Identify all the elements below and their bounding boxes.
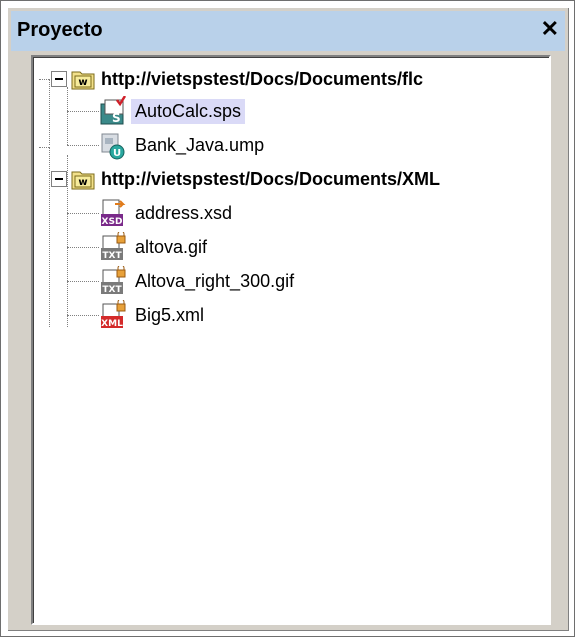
tree-file-row[interactable]: TXT altova.gif	[99, 230, 207, 264]
xsd-file-icon: XSD	[101, 199, 126, 227]
tree-file-row[interactable]: S AutoCalc.sps	[99, 94, 246, 128]
folder-label: http://vietspstest/Docs/Documents/flc	[101, 68, 424, 89]
svg-text:U: U	[113, 148, 121, 159]
xml-file-icon: XML	[101, 300, 126, 329]
panel-title: Proyecto	[17, 19, 103, 41]
tree-connector	[67, 247, 99, 248]
project-tree[interactable]: w http://vietspstest/Docs/Documents/flc …	[31, 55, 551, 625]
tree-connector	[49, 147, 50, 327]
tree-connector	[39, 147, 49, 148]
webdav-folder-icon: w	[71, 71, 95, 90]
project-panel: Proyecto ✕ w http://vietspstest/Docs/Doc…	[7, 7, 569, 631]
collapse-toggle-icon[interactable]	[51, 171, 67, 187]
tree-file-row[interactable]: U Bank_Java.ump	[99, 128, 264, 162]
svg-text:TXT: TXT	[102, 251, 122, 261]
svg-text:w: w	[78, 177, 87, 188]
svg-text:w: w	[78, 77, 87, 88]
project-window: Proyecto ✕ w http://vietspstest/Docs/Doc…	[0, 0, 575, 637]
file-label: Bank_Java.ump	[135, 134, 265, 155]
svg-text:XSD: XSD	[102, 217, 123, 227]
tree-connector	[39, 79, 49, 80]
file-label: altova.gif	[135, 236, 208, 257]
tree-connector	[67, 281, 99, 282]
file-label: address.xsd	[135, 202, 233, 223]
svg-text:S: S	[112, 111, 121, 125]
file-label: Altova_right_300.gif	[135, 270, 295, 291]
txt-file-icon: TXT	[101, 232, 126, 261]
tree-file-row[interactable]: XML Big5.xml	[99, 298, 204, 332]
tree-connector	[67, 111, 99, 112]
file-label: Big5.xml	[135, 304, 205, 325]
webdav-folder-icon: w	[71, 171, 95, 190]
tree-folder-row[interactable]: w http://vietspstest/Docs/Documents/XML	[51, 162, 440, 196]
close-icon[interactable]: ✕	[541, 17, 559, 41]
svg-text:XML: XML	[101, 319, 123, 329]
tree-connector	[67, 145, 99, 146]
txt-file-icon: TXT	[101, 266, 126, 295]
panel-titlebar[interactable]: Proyecto ✕	[11, 11, 565, 51]
tree-connector	[67, 213, 99, 214]
ump-file-icon: U	[101, 133, 125, 160]
sps-file-icon: S	[100, 96, 127, 125]
tree-file-row[interactable]: XSD address.xsd	[99, 196, 232, 230]
tree-file-row[interactable]: TXT Altova_right_300.gif	[99, 264, 294, 298]
tree-folder-row[interactable]: w http://vietspstest/Docs/Documents/flc	[51, 62, 423, 96]
svg-text:TXT: TXT	[102, 285, 122, 295]
tree-connector	[49, 79, 50, 145]
tree-connector	[67, 315, 99, 316]
file-label-selected: AutoCalc.sps	[131, 98, 246, 124]
collapse-toggle-icon[interactable]	[51, 71, 67, 87]
folder-label: http://vietspstest/Docs/Documents/XML	[101, 168, 441, 189]
